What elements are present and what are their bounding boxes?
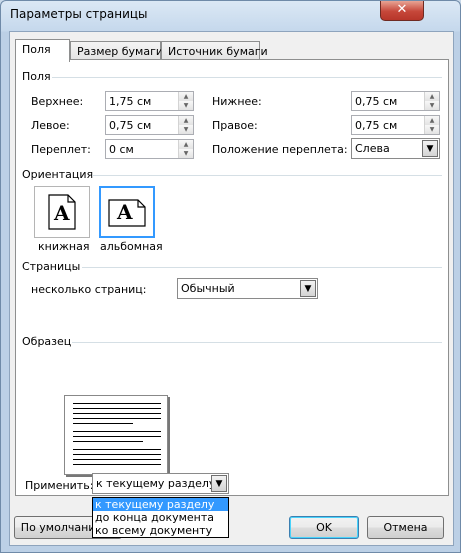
tab-margins[interactable]: Поля bbox=[15, 39, 70, 62]
chevron-down-icon[interactable]: ▼ bbox=[422, 140, 438, 157]
apply-to-dropdown-list[interactable]: к текущему разделу до конца документа ко… bbox=[92, 497, 229, 538]
spinner-arrows[interactable]: ▲ ▼ bbox=[178, 140, 193, 158]
spin-up-icon[interactable]: ▲ bbox=[179, 116, 193, 125]
gutter-position-select[interactable]: Слева ▼ bbox=[351, 138, 440, 159]
page-preview bbox=[64, 395, 168, 475]
window-title: Параметры страницы bbox=[10, 7, 148, 21]
portrait-button[interactable]: A bbox=[34, 186, 90, 238]
multiple-pages-select[interactable]: Обычный ▼ bbox=[177, 278, 318, 299]
left-margin-value: 0,75 см bbox=[109, 119, 152, 132]
multiple-pages-value: Обычный bbox=[181, 282, 235, 295]
landscape-button[interactable]: A bbox=[99, 186, 155, 238]
preview-section-label: Образец bbox=[22, 335, 72, 348]
preview-text-line bbox=[73, 413, 161, 414]
gutter-spinner[interactable]: 0 см ▲ ▼ bbox=[105, 139, 194, 159]
spin-down-icon[interactable]: ▼ bbox=[179, 101, 193, 110]
preview-text-line bbox=[73, 423, 133, 424]
apply-option-whole-document[interactable]: ко всему документу bbox=[93, 524, 228, 537]
spin-up-icon[interactable]: ▲ bbox=[179, 92, 193, 101]
right-margin-label: Правое: bbox=[212, 119, 258, 132]
dialog-window: Параметры страницы ✕ Поля Размер бумаги … bbox=[0, 0, 461, 553]
ok-button[interactable]: OK bbox=[289, 516, 359, 539]
divider bbox=[92, 175, 442, 176]
top-margin-spinner[interactable]: 1,75 см ▲ ▼ bbox=[105, 91, 194, 111]
spinner-arrows[interactable]: ▲ ▼ bbox=[178, 116, 193, 134]
preview-text-line bbox=[73, 464, 161, 465]
spin-up-icon[interactable]: ▲ bbox=[179, 140, 193, 149]
apply-to-select[interactable]: к текущему разделу ▼ bbox=[92, 473, 229, 494]
preview-text-line bbox=[73, 454, 161, 455]
preview-text-line bbox=[73, 459, 161, 460]
orientation-section-label: Ориентация bbox=[22, 168, 94, 181]
gutter-position-label: Положение переплета: bbox=[212, 143, 348, 156]
spin-down-icon[interactable]: ▼ bbox=[425, 125, 439, 134]
bottom-margin-value: 0,75 см bbox=[355, 95, 398, 108]
divider bbox=[72, 342, 442, 343]
tab-panel: Поля Верхнее: 1,75 см ▲ ▼ Нижнее: 0,75 см… bbox=[15, 59, 449, 496]
chevron-down-icon[interactable]: ▼ bbox=[300, 280, 316, 297]
cancel-button[interactable]: Отмена bbox=[367, 516, 444, 539]
top-margin-label: Верхнее: bbox=[31, 95, 84, 108]
bottom-margin-spinner[interactable]: 0,75 см ▲ ▼ bbox=[351, 91, 440, 111]
divider bbox=[82, 267, 442, 268]
gutter-label: Переплет: bbox=[31, 143, 91, 156]
spin-down-icon[interactable]: ▼ bbox=[425, 101, 439, 110]
spin-up-icon[interactable]: ▲ bbox=[425, 116, 439, 125]
preview-text-line bbox=[73, 431, 161, 432]
apply-option-current-section[interactable]: к текущему разделу bbox=[93, 498, 228, 511]
apply-to-value: к текущему разделу bbox=[96, 477, 216, 490]
left-margin-spinner[interactable]: 0,75 см ▲ ▼ bbox=[105, 115, 194, 135]
preview-text-line bbox=[73, 408, 161, 409]
spinner-arrows[interactable]: ▲ ▼ bbox=[424, 116, 439, 134]
multiple-pages-label: несколько страниц: bbox=[31, 283, 147, 296]
gutter-value: 0 см bbox=[109, 143, 134, 156]
spinner-arrows[interactable]: ▲ ▼ bbox=[424, 92, 439, 110]
preview-text-line bbox=[73, 418, 161, 419]
close-button[interactable]: ✕ bbox=[380, 1, 424, 21]
chevron-down-icon[interactable]: ▼ bbox=[211, 475, 227, 492]
portrait-label: книжная bbox=[38, 240, 90, 253]
preview-text-line bbox=[73, 436, 161, 437]
left-margin-label: Левое: bbox=[31, 119, 70, 132]
top-margin-value: 1,75 см bbox=[109, 95, 152, 108]
bottom-margin-label: Нижнее: bbox=[212, 95, 262, 108]
right-margin-spinner[interactable]: 0,75 см ▲ ▼ bbox=[351, 115, 440, 135]
preview-text-line bbox=[73, 449, 161, 450]
preview-text-line bbox=[73, 441, 143, 442]
preview-text-line bbox=[73, 403, 161, 404]
spin-down-icon[interactable]: ▼ bbox=[179, 149, 193, 158]
landscape-glyph: A bbox=[117, 200, 133, 224]
margins-section-label: Поля bbox=[22, 70, 51, 83]
landscape-label: альбомная bbox=[100, 240, 163, 253]
spinner-arrows[interactable]: ▲ ▼ bbox=[178, 92, 193, 110]
spin-up-icon[interactable]: ▲ bbox=[425, 92, 439, 101]
gutter-position-value: Слева bbox=[355, 142, 390, 155]
pages-section-label: Страницы bbox=[22, 260, 81, 273]
right-margin-value: 0,75 см bbox=[355, 119, 398, 132]
portrait-glyph: A bbox=[54, 201, 70, 225]
apply-to-label: Применить: bbox=[25, 479, 94, 492]
apply-option-to-end[interactable]: до конца документа bbox=[93, 511, 228, 524]
divider bbox=[52, 77, 442, 78]
dialog-client: Поля Размер бумаги Источник бумаги Поля … bbox=[9, 31, 454, 546]
spin-down-icon[interactable]: ▼ bbox=[179, 125, 193, 134]
